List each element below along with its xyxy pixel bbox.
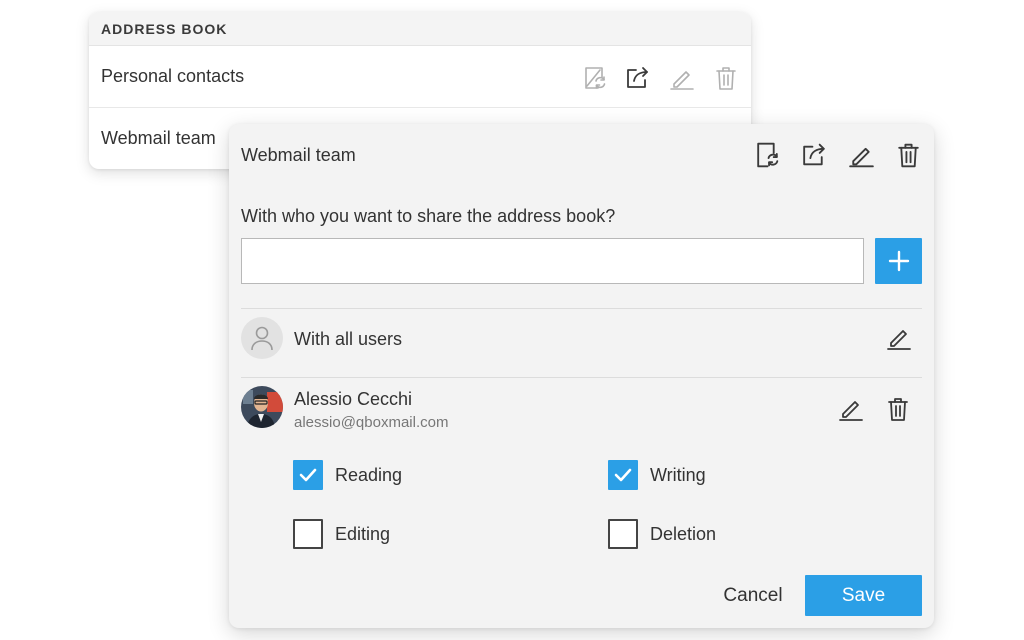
- sync-icon[interactable]: [579, 64, 609, 97]
- avatar: [241, 386, 283, 428]
- add-recipient-button[interactable]: [875, 238, 922, 284]
- address-book-row-label: Personal contacts: [101, 66, 245, 86]
- checkmark-icon: [299, 468, 317, 482]
- sync-icon[interactable]: [752, 140, 783, 175]
- save-button[interactable]: Save: [805, 575, 922, 616]
- share-row-all-users: With all users: [241, 317, 922, 361]
- permission-deletion[interactable]: Deletion: [608, 519, 716, 549]
- editing-checkbox[interactable]: [293, 519, 323, 549]
- share-row-user: Alessio Cecchi alessio@qboxmail.com: [241, 386, 922, 446]
- reading-checkbox[interactable]: [293, 460, 323, 490]
- trash-icon[interactable]: [883, 394, 913, 429]
- avatar: [241, 317, 283, 359]
- checkmark-icon: [614, 468, 632, 482]
- plus-icon: [888, 250, 909, 272]
- user-icon: [251, 326, 273, 351]
- share-icon[interactable]: [623, 64, 653, 97]
- share-question: With who you want to share the address b…: [241, 206, 616, 226]
- address-book-row-personal[interactable]: Personal contacts: [89, 46, 751, 108]
- edit-icon[interactable]: [883, 323, 913, 358]
- permission-editing[interactable]: Editing: [293, 519, 390, 549]
- permission-writing[interactable]: Writing: [608, 460, 706, 490]
- share-icon[interactable]: [799, 140, 830, 175]
- edit-icon[interactable]: [667, 64, 697, 97]
- user-email: alessio@qboxmail.com: [294, 414, 449, 431]
- permission-label: Reading: [335, 464, 403, 485]
- permission-label: Editing: [335, 523, 391, 544]
- writing-checkbox[interactable]: [608, 460, 638, 490]
- permission-label: Writing: [650, 464, 706, 485]
- address-book-header: ADDRESS BOOK: [89, 12, 751, 46]
- trash-icon[interactable]: [711, 64, 741, 97]
- share-panel: Webmail team With who you want to share …: [229, 124, 934, 628]
- user-name: Alessio Cecchi: [294, 389, 413, 409]
- trash-icon[interactable]: [893, 140, 924, 175]
- address-book-row-label: Webmail team: [101, 128, 216, 148]
- edit-icon[interactable]: [846, 140, 877, 175]
- permission-label: Deletion: [650, 523, 717, 544]
- share-panel-actions: [752, 140, 924, 175]
- divider: [241, 377, 922, 378]
- permission-reading[interactable]: Reading: [293, 460, 402, 490]
- edit-icon[interactable]: [835, 394, 865, 429]
- row-actions: [579, 64, 741, 97]
- all-users-label: With all users: [294, 329, 403, 349]
- share-panel-title: Webmail team: [241, 145, 356, 165]
- divider: [241, 308, 922, 309]
- deletion-checkbox[interactable]: [608, 519, 638, 549]
- cancel-button[interactable]: Cancel: [703, 576, 803, 616]
- share-recipient-input[interactable]: [241, 238, 864, 284]
